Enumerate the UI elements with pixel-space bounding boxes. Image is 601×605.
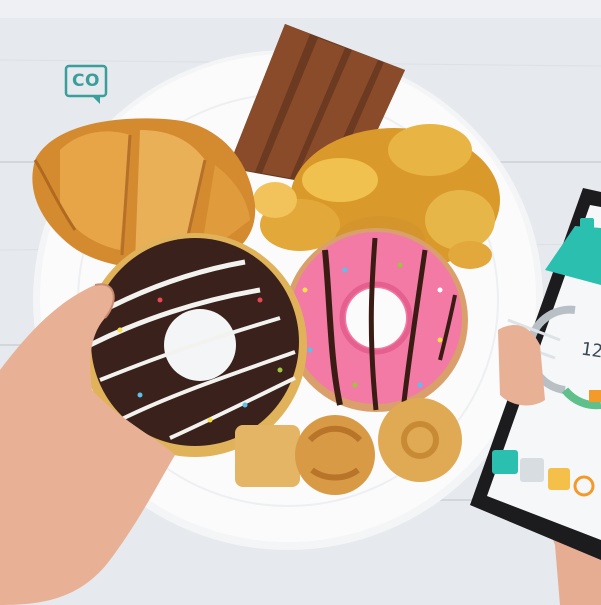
- logo-text: CO: [72, 71, 100, 91]
- bag-icon[interactable]: [492, 450, 518, 474]
- edit-icon[interactable]: [548, 468, 570, 490]
- phone-readout: 12: [579, 338, 601, 363]
- menu-icon[interactable]: [580, 218, 594, 232]
- pink-donut: [284, 228, 468, 412]
- calendar-icon[interactable]: [520, 458, 544, 482]
- photo-scene: CO 12: [0, 0, 601, 605]
